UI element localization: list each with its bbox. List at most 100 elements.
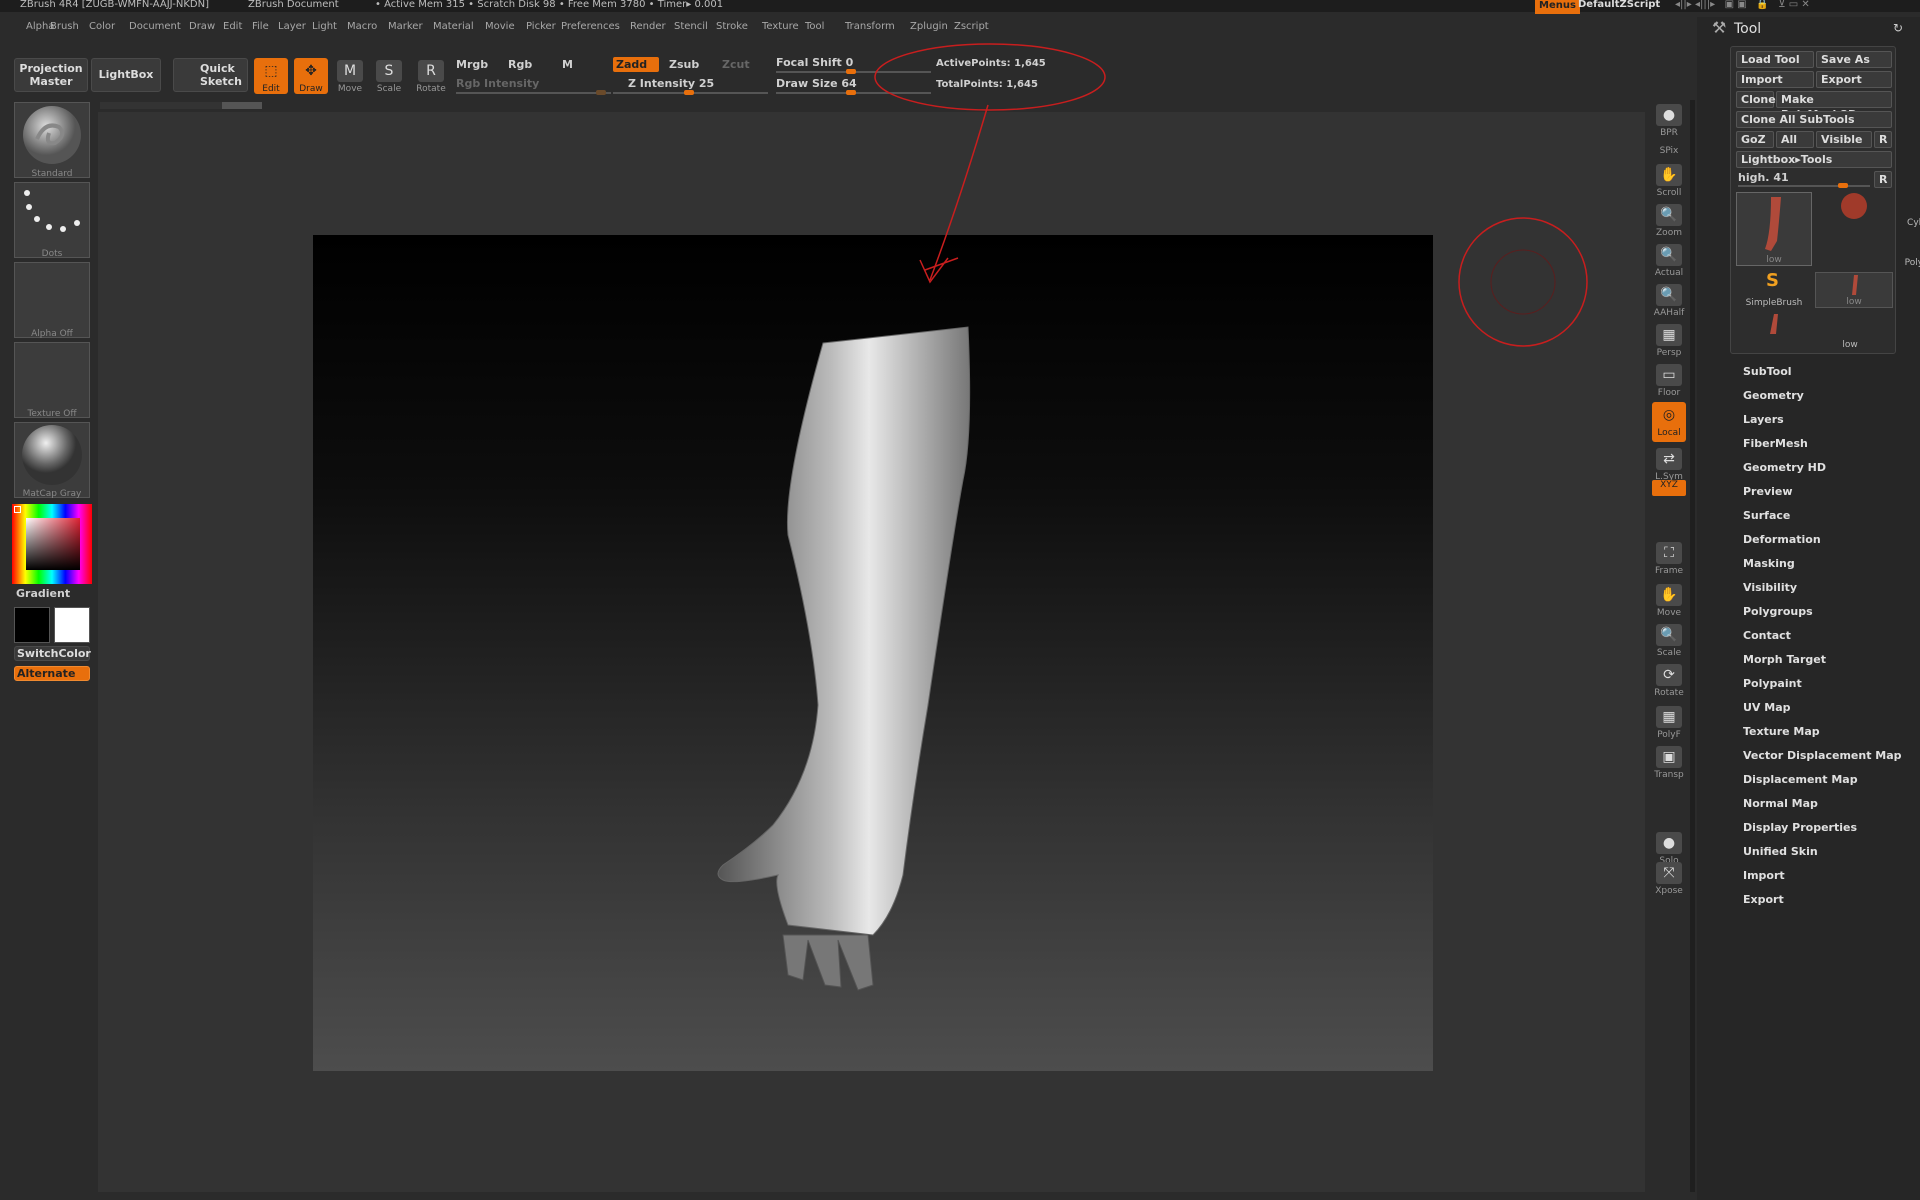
- shelf-rotate-label: Rotate: [1654, 688, 1684, 698]
- shelf-zoom-button[interactable]: 🔍 Zoom: [1652, 202, 1686, 242]
- goz-all-button[interactable]: All: [1776, 131, 1814, 148]
- shelf-persp-label: Persp: [1656, 348, 1682, 358]
- section-visibility[interactable]: Visibility: [1743, 581, 1797, 594]
- move-icon: ✋: [1656, 584, 1682, 606]
- shelf-xpose-label: Xpose: [1655, 886, 1683, 896]
- arm-thumb-icon: [1765, 197, 1781, 251]
- shelf-aahalf-label: AAHalf: [1653, 308, 1685, 318]
- goz-visible-button[interactable]: Visible: [1816, 131, 1872, 148]
- shelf-move-label: Move: [1656, 608, 1682, 618]
- section-subtool[interactable]: SubTool: [1743, 365, 1792, 378]
- shelf-scale-button[interactable]: 🔍 Scale: [1652, 622, 1686, 662]
- shelf-spix-button[interactable]: SPix: [1652, 146, 1686, 162]
- clone-all-subtools-button[interactable]: Clone All SubTools: [1736, 111, 1892, 128]
- tool-icon: ⚒: [1712, 18, 1727, 37]
- section-unified-skin[interactable]: Unified Skin: [1743, 845, 1818, 858]
- section-vector-displacement-map[interactable]: Vector Displacement Map: [1743, 749, 1902, 762]
- section-displacement-map[interactable]: Displacement Map: [1743, 773, 1858, 786]
- shelf-frame-label: Frame: [1654, 566, 1684, 576]
- section-fibermesh[interactable]: FiberMesh: [1743, 437, 1808, 450]
- section-texture-map[interactable]: Texture Map: [1743, 725, 1820, 738]
- local-icon: ◎: [1662, 407, 1676, 423]
- shelf-bpr-button[interactable]: ● BPR: [1652, 102, 1686, 142]
- shelf-frame-button[interactable]: ⛶ Frame: [1652, 540, 1686, 580]
- shelf-xyz-label: XYZ: [1660, 480, 1678, 490]
- zoom-icon: 🔍: [1656, 204, 1682, 226]
- subtool-level-track[interactable]: [1738, 183, 1870, 188]
- subtool-r-button[interactable]: R: [1874, 171, 1892, 188]
- tool-thumb-label: low: [1766, 255, 1782, 265]
- section-contact[interactable]: Contact: [1743, 629, 1791, 642]
- shelf-scroll-button[interactable]: ✋ Scroll: [1652, 162, 1686, 202]
- xpose-icon: ⤧: [1656, 862, 1682, 884]
- section-export[interactable]: Export: [1743, 893, 1784, 906]
- section-display-properties[interactable]: Display Properties: [1743, 821, 1857, 834]
- section-import[interactable]: Import: [1743, 869, 1785, 882]
- rotate-icon: ⟳: [1656, 664, 1682, 686]
- tool-thumb-arm-3[interactable]: low: [1736, 312, 1858, 350]
- shelf-scroll-label: Scroll: [1656, 188, 1682, 198]
- section-masking[interactable]: Masking: [1743, 557, 1795, 570]
- save-as-button[interactable]: Save As: [1816, 51, 1892, 68]
- scroll-icon: ✋: [1656, 164, 1682, 186]
- shelf-move-button[interactable]: ✋ Move: [1652, 582, 1686, 622]
- shelf-polyf-label: PolyF: [1657, 730, 1681, 740]
- goz-r-button[interactable]: R: [1874, 131, 1892, 148]
- goz-button[interactable]: GoZ: [1736, 131, 1774, 148]
- shelf-xyz-button[interactable]: XYZ: [1652, 480, 1686, 496]
- shelf-local-label: Local: [1657, 428, 1681, 438]
- aahalf-icon: 🔍: [1656, 284, 1682, 306]
- shelf-rotate-button[interactable]: ⟳ Rotate: [1652, 662, 1686, 702]
- refresh-icon[interactable]: ↻: [1893, 21, 1903, 35]
- make-polymesh-button[interactable]: Make PolyMesh3D: [1776, 91, 1892, 121]
- bpr-icon: ●: [1656, 104, 1682, 126]
- section-morph-target[interactable]: Morph Target: [1743, 653, 1826, 666]
- tool-thumb-label: Cylinder3D: [1907, 218, 1920, 228]
- section-surface[interactable]: Surface: [1743, 509, 1790, 522]
- tool-thumb-label: low: [1846, 297, 1862, 307]
- section-normal-map[interactable]: Normal Map: [1743, 797, 1818, 810]
- shelf-aahalf-button[interactable]: 🔍 AAHalf: [1652, 282, 1686, 322]
- cylinder-icon: [1841, 193, 1867, 219]
- section-geometry[interactable]: Geometry: [1743, 389, 1804, 402]
- subtool-level-handle[interactable]: [1838, 183, 1848, 188]
- tool-thumb-label: PolyMesh3D: [1904, 258, 1920, 268]
- simplebrush-icon: S: [1766, 270, 1779, 291]
- persp-icon: ▦: [1656, 324, 1682, 346]
- clone-button[interactable]: Clone: [1736, 91, 1776, 108]
- tool-thumb-arm[interactable]: low: [1736, 192, 1812, 266]
- export-button[interactable]: Export: [1816, 71, 1892, 88]
- section-geometry-hd[interactable]: Geometry HD: [1743, 461, 1826, 474]
- shelf-zoom-label: Zoom: [1656, 228, 1682, 238]
- shelf-polyf-button[interactable]: ▦ PolyF: [1652, 704, 1686, 744]
- subtool-level-slider[interactable]: high. 41: [1738, 171, 1789, 184]
- section-polygroups[interactable]: Polygroups: [1743, 605, 1813, 618]
- polyf-icon: ▦: [1656, 706, 1682, 728]
- shelf-actual-label: Actual: [1654, 268, 1684, 278]
- shelf-bpr-label: BPR: [1660, 128, 1678, 138]
- shelf-scale-label: Scale: [1656, 648, 1682, 658]
- shelf-divider: [1690, 100, 1695, 1192]
- tool-thumb-simplebrush[interactable]: S SimpleBrush: [1736, 270, 1812, 310]
- import-button[interactable]: Import: [1736, 71, 1814, 88]
- shelf-floor-label: Floor: [1657, 388, 1681, 398]
- lsym-icon: ⇄: [1656, 448, 1682, 470]
- transp-icon: ▣: [1656, 746, 1682, 768]
- section-deformation[interactable]: Deformation: [1743, 533, 1821, 546]
- shelf-actual-button[interactable]: 🔍 Actual: [1652, 242, 1686, 282]
- tool-thumb-arm-2[interactable]: low: [1815, 272, 1893, 308]
- section-preview[interactable]: Preview: [1743, 485, 1793, 498]
- section-polypaint[interactable]: Polypaint: [1743, 677, 1802, 690]
- shelf-local-button[interactable]: ◎ Local: [1652, 402, 1686, 442]
- actual-icon: 🔍: [1656, 244, 1682, 266]
- section-uv-map[interactable]: UV Map: [1743, 701, 1791, 714]
- shelf-transp-button[interactable]: ▣ Transp: [1652, 744, 1686, 784]
- load-tool-button[interactable]: Load Tool: [1736, 51, 1814, 68]
- shelf-persp-button[interactable]: ▦ Persp: [1652, 322, 1686, 362]
- shelf-floor-button[interactable]: ▭ Floor: [1652, 362, 1686, 402]
- section-layers[interactable]: Layers: [1743, 413, 1784, 426]
- scale-icon: 🔍: [1656, 624, 1682, 646]
- lightbox-tools-button[interactable]: Lightbox▸Tools: [1736, 151, 1892, 168]
- tool-thumb-cylinder[interactable]: Cylinder3D PolyMesh3D: [1815, 192, 1920, 268]
- shelf-xpose-button[interactable]: ⤧ Xpose: [1652, 860, 1686, 900]
